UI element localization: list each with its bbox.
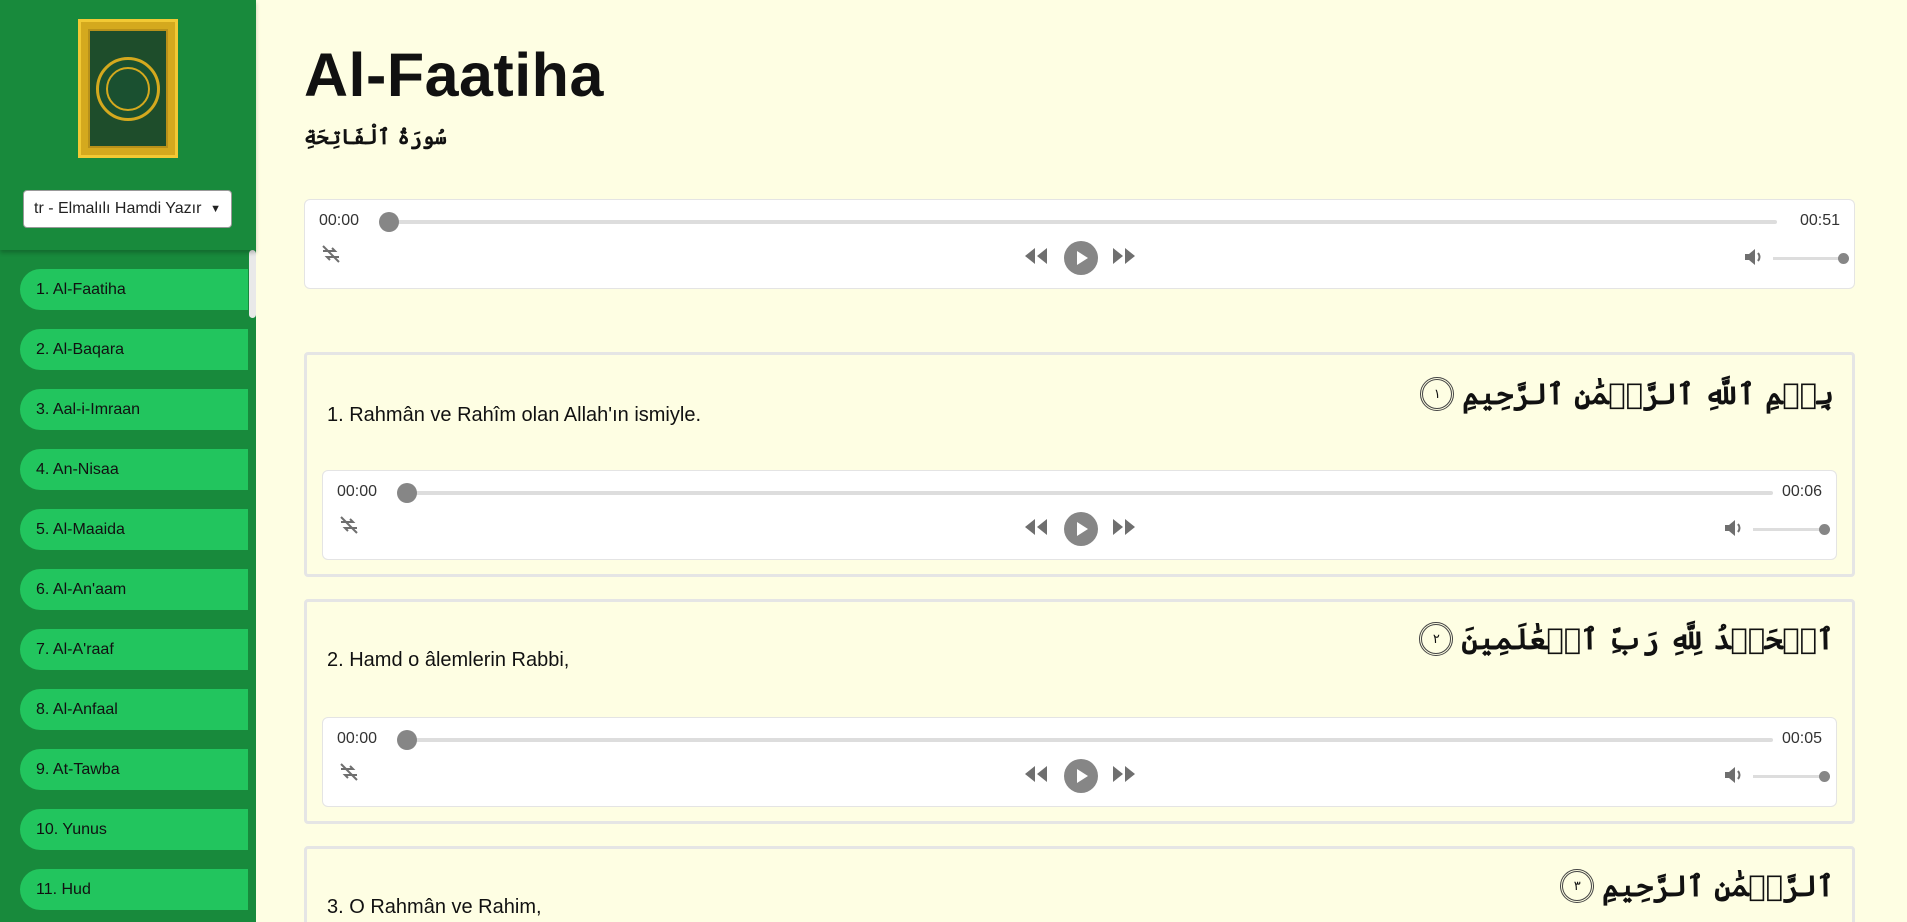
- ayah-number-icon: ٢: [1419, 622, 1454, 656]
- fast-forward-icon[interactable]: [1110, 517, 1138, 542]
- duration: 00:05: [1781, 730, 1822, 747]
- current-time: 00:00: [337, 483, 378, 500]
- verse-arabic: ٱلرَّحۡمَٰنِ ٱلرَّحِيمِ ٣: [1560, 869, 1834, 903]
- volume-icon[interactable]: [1723, 518, 1745, 543]
- fast-forward-icon[interactable]: [1110, 246, 1138, 271]
- volume-knob[interactable]: [1819, 524, 1830, 535]
- surah-item-6[interactable]: 6. Al-An'aam: [20, 569, 248, 610]
- surah-item-3[interactable]: 3. Aal-i-Imraan: [20, 389, 248, 430]
- page-title: Al-Faatiha: [304, 41, 604, 109]
- surah-item-2[interactable]: 2. Al-Baqara: [20, 329, 248, 370]
- sidebar-scrollbar-track[interactable]: [248, 250, 256, 922]
- verse-arabic: ٱلۡحَمۡدُ لِلَّهِ رَبِّ ٱلۡعَٰلَمِينَ ٢: [1419, 622, 1834, 656]
- surah-item-7[interactable]: 7. Al-A'raaf: [20, 629, 248, 670]
- seek-bar[interactable]: [403, 491, 1773, 495]
- surah-item-8[interactable]: 8. Al-Anfaal: [20, 689, 248, 730]
- volume-knob[interactable]: [1819, 771, 1830, 782]
- rewind-icon[interactable]: [1022, 764, 1050, 789]
- repeat-off-icon[interactable]: [319, 242, 343, 271]
- repeat-off-icon[interactable]: [337, 513, 361, 542]
- translation-select-value: tr - Elmalılı Hamdi Yazır: [34, 200, 202, 217]
- volume-knob[interactable]: [1838, 253, 1849, 264]
- surah-label: 5. Al-Maaida: [36, 520, 125, 538]
- verse-translation: 2. Hamd o âlemlerin Rabbi,: [327, 649, 570, 671]
- surah-label: 6. Al-An'aam: [36, 580, 127, 598]
- verse-translation: 1. Rahmân ve Rahîm olan Allah'ın ismiyle…: [327, 404, 701, 426]
- verse-card-3: 3. O Rahmân ve Rahim, ٱلرَّحۡمَٰنِ ٱلرَّ…: [304, 846, 1855, 922]
- surah-label: 8. Al-Anfaal: [36, 700, 118, 718]
- duration: 00:06: [1781, 483, 1822, 500]
- play-button[interactable]: [1064, 241, 1098, 275]
- surah-audio-player: 00:00 00:51: [304, 199, 1855, 289]
- surah-list: 1. Al-Faatiha 2. Al-Baqara 3. Aal-i-Imra…: [0, 250, 256, 922]
- verse-audio-player: 00:00 00:06: [322, 470, 1837, 560]
- volume-icon[interactable]: [1743, 247, 1765, 272]
- surah-label: 11. Hud: [36, 880, 91, 898]
- verse-audio-player: 00:00 00:05: [322, 717, 1837, 807]
- seek-knob[interactable]: [379, 212, 399, 232]
- surah-label: 4. An-Nisaa: [36, 460, 119, 478]
- verse-arabic-text: بِسۡمِ ٱللَّهِ ٱلرَّحۡمَٰنِ ٱلرَّحِيمِ: [1462, 377, 1834, 411]
- sidebar-header: tr - Elmalılı Hamdi Yazır ▼: [0, 0, 256, 250]
- rewind-icon[interactable]: [1022, 517, 1050, 542]
- verse-card-2: 2. Hamd o âlemlerin Rabbi, ٱلۡحَمۡدُ لِل…: [304, 599, 1855, 824]
- current-time: 00:00: [319, 212, 360, 229]
- verse-arabic: بِسۡمِ ٱللَّهِ ٱلرَّحۡمَٰنِ ٱلرَّحِيمِ ١: [1420, 377, 1834, 411]
- play-button[interactable]: [1064, 512, 1098, 546]
- verse-arabic-text: ٱلرَّحۡمَٰنِ ٱلرَّحِيمِ: [1602, 869, 1834, 903]
- surah-item-1[interactable]: 1. Al-Faatiha: [20, 269, 248, 310]
- surah-label: 1. Al-Faatiha: [36, 280, 126, 298]
- translation-select[interactable]: tr - Elmalılı Hamdi Yazır ▼: [23, 190, 232, 228]
- volume-slider[interactable]: [1753, 775, 1823, 778]
- surah-item-11[interactable]: 11. Hud: [20, 869, 248, 910]
- quran-logo: [78, 19, 178, 158]
- sidebar-scrollbar-thumb[interactable]: [249, 250, 256, 318]
- seek-knob[interactable]: [397, 483, 417, 503]
- seek-knob[interactable]: [397, 730, 417, 750]
- surah-label: 10. Yunus: [36, 820, 107, 838]
- play-button[interactable]: [1064, 759, 1098, 793]
- volume-slider[interactable]: [1773, 257, 1843, 260]
- seek-bar[interactable]: [403, 738, 1773, 742]
- surah-label: 9. At-Tawba: [36, 760, 120, 778]
- verse-card-1: 1. Rahmân ve Rahîm olan Allah'ın ismiyle…: [304, 352, 1855, 577]
- surah-label: 3. Aal-i-Imraan: [36, 400, 141, 418]
- seek-bar[interactable]: [385, 220, 1777, 224]
- duration: 00:51: [1799, 212, 1840, 229]
- fast-forward-icon[interactable]: [1110, 764, 1138, 789]
- verse-arabic-text: ٱلۡحَمۡدُ لِلَّهِ رَبِّ ٱلۡعَٰلَمِينَ: [1461, 622, 1834, 656]
- current-time: 00:00: [337, 730, 378, 747]
- chevron-down-icon: ▼: [210, 203, 221, 215]
- surah-label: 7. Al-A'raaf: [36, 640, 114, 658]
- surah-item-5[interactable]: 5. Al-Maaida: [20, 509, 248, 550]
- surah-item-9[interactable]: 9. At-Tawba: [20, 749, 248, 790]
- verse-translation: 3. O Rahmân ve Rahim,: [327, 896, 542, 918]
- surah-label: 2. Al-Baqara: [36, 340, 125, 358]
- repeat-off-icon[interactable]: [337, 760, 361, 789]
- ayah-number-icon: ١: [1420, 377, 1455, 411]
- volume-slider[interactable]: [1753, 528, 1823, 531]
- rewind-icon[interactable]: [1022, 246, 1050, 271]
- ayah-number-icon: ٣: [1560, 869, 1595, 903]
- volume-icon[interactable]: [1723, 765, 1745, 790]
- surah-item-10[interactable]: 10. Yunus: [20, 809, 248, 850]
- arabic-surah-title: سُورَةُ ٱلْفَاتِحَةِ: [304, 124, 447, 149]
- surah-item-4[interactable]: 4. An-Nisaa: [20, 449, 248, 490]
